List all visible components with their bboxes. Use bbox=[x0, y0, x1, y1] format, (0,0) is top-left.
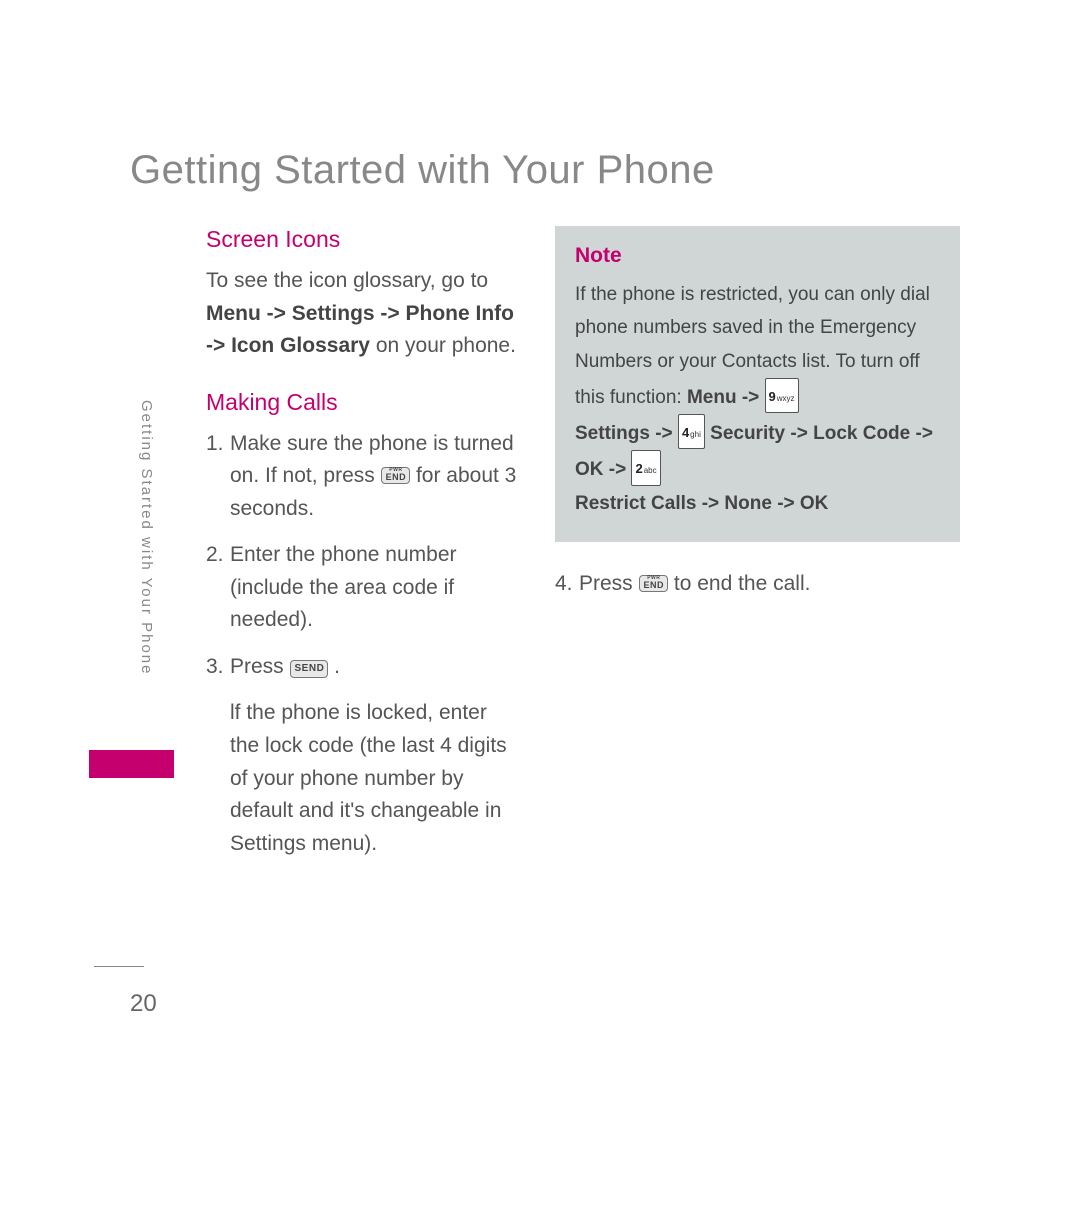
text: Press bbox=[230, 655, 290, 678]
page-title: Getting Started with Your Phone bbox=[130, 148, 715, 193]
footer-rule bbox=[94, 966, 144, 967]
list-item: 4. Press PWREND to end the call. bbox=[555, 568, 970, 601]
step-number: 3. bbox=[206, 651, 230, 860]
key-4-icon: 4ghi bbox=[678, 414, 705, 449]
text: Restrict Calls -> None -> OK bbox=[575, 493, 828, 514]
step-number: 2. bbox=[206, 539, 230, 637]
text: on your phone. bbox=[376, 334, 516, 357]
key-9-icon: 9wxyz bbox=[765, 378, 799, 413]
screen-icons-body: To see the icon glossary, go to Menu -> … bbox=[206, 265, 521, 363]
text: . bbox=[334, 655, 340, 678]
list-item: 2. Enter the phone number (include the a… bbox=[206, 539, 521, 637]
step-text: Press SEND . lf the phone is locked, ent… bbox=[230, 651, 521, 860]
step-number: 4. bbox=[555, 568, 579, 601]
screen-icons-heading: Screen Icons bbox=[206, 226, 521, 253]
page-number: 20 bbox=[130, 990, 157, 1018]
step-4: 4. Press PWREND to end the call. bbox=[555, 568, 970, 601]
step-text: Press PWREND to end the call. bbox=[579, 568, 970, 601]
step-text: Enter the phone number (include the area… bbox=[230, 539, 521, 637]
text: Settings -> bbox=[575, 423, 673, 444]
end-key-icon: PWREND bbox=[639, 575, 669, 592]
side-tab-marker bbox=[89, 750, 174, 778]
manual-page: Getting Started with Your Phone Getting … bbox=[0, 0, 1080, 1219]
text: Press bbox=[579, 572, 639, 595]
note-heading: Note bbox=[575, 244, 940, 268]
list-item: 3. Press SEND . lf the phone is locked, … bbox=[206, 651, 521, 860]
right-column: Note If the phone is restricted, you can… bbox=[555, 226, 970, 614]
side-tab-label: Getting Started with Your Phone bbox=[138, 400, 155, 675]
end-key-icon: PWREND bbox=[381, 467, 411, 484]
send-key-icon: SEND bbox=[290, 660, 329, 678]
lock-code-note: lf the phone is locked, enter the lock c… bbox=[230, 697, 521, 860]
left-column: Screen Icons To see the icon glossary, g… bbox=[206, 226, 521, 874]
step-number: 1. bbox=[206, 428, 230, 526]
making-calls-heading: Making Calls bbox=[206, 389, 521, 416]
list-item: 1. Make sure the phone is turned on. If … bbox=[206, 428, 521, 526]
note-box: Note If the phone is restricted, you can… bbox=[555, 226, 960, 542]
text: to end the call. bbox=[674, 572, 811, 595]
making-calls-list: 1. Make sure the phone is turned on. If … bbox=[206, 428, 521, 861]
text: Menu -> bbox=[687, 387, 759, 408]
step-text: Make sure the phone is turned on. If not… bbox=[230, 428, 521, 526]
key-2-icon: 2abc bbox=[631, 450, 660, 485]
note-body: If the phone is restricted, you can only… bbox=[575, 278, 940, 520]
text: To see the icon glossary, go to bbox=[206, 269, 488, 292]
